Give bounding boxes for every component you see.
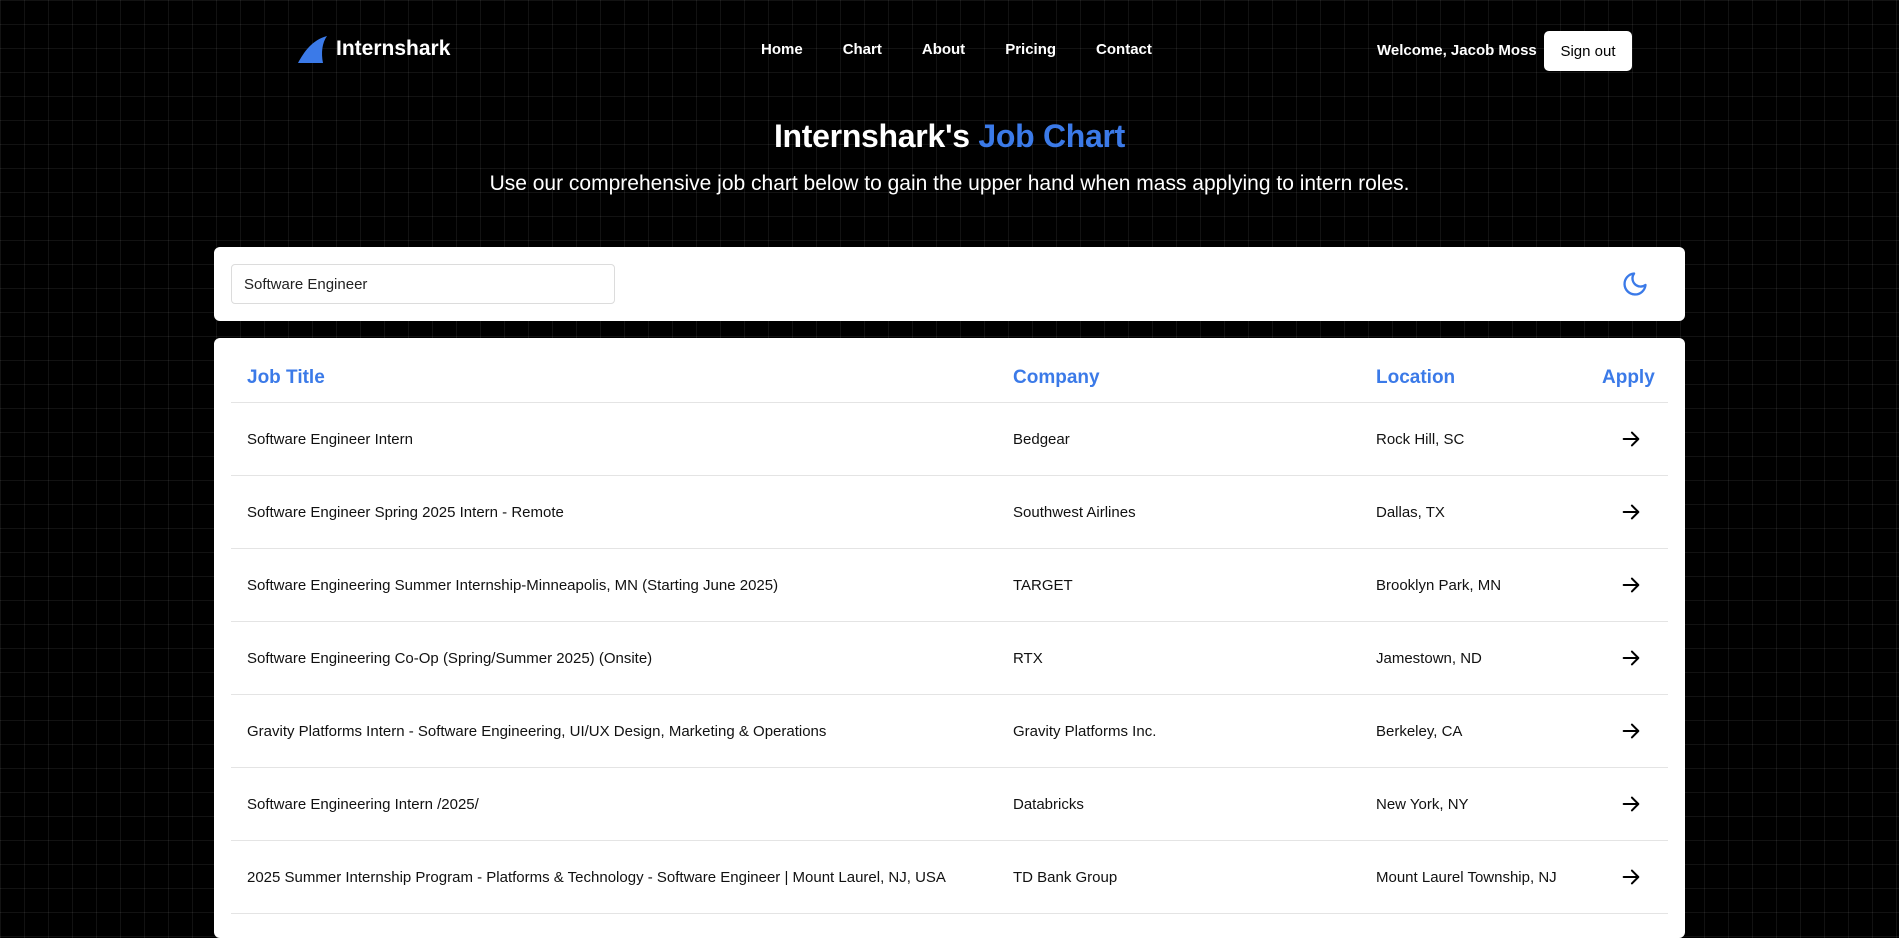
company-cell: Databricks xyxy=(1013,796,1084,813)
page-title: Internshark's Job Chart xyxy=(0,118,1899,155)
apply-arrow-icon[interactable] xyxy=(1620,866,1642,888)
apply-arrow-icon[interactable] xyxy=(1620,647,1642,669)
nav-link-about[interactable]: About xyxy=(922,41,965,58)
job-title-cell: Software Engineering Summer Internship-M… xyxy=(247,577,779,594)
location-cell: Jamestown, ND xyxy=(1376,650,1482,667)
table-row: Gravity Platforms Intern - Software Engi… xyxy=(231,695,1668,768)
location-cell: Dallas, TX xyxy=(1376,504,1445,521)
table-row: Software Engineer Spring 2025 Intern - R… xyxy=(231,476,1668,549)
table-row: Software Engineering Intern /2025/ Datab… xyxy=(231,768,1668,841)
table-row: Software Engineering Summer Internship-M… xyxy=(231,549,1668,622)
theme-toggle-button[interactable] xyxy=(1619,268,1651,300)
table-row: Software Engineer Intern Bedgear Rock Hi… xyxy=(231,403,1668,476)
page-title-main: Internshark's xyxy=(773,118,970,154)
brand-name: Internshark xyxy=(336,37,451,60)
location-cell: New York, NY xyxy=(1376,796,1469,813)
company-cell: Southwest Airlines xyxy=(1013,504,1136,521)
location-cell: Rock Hill, SC xyxy=(1376,431,1465,448)
search-input[interactable] xyxy=(231,264,615,304)
apply-arrow-icon[interactable] xyxy=(1620,501,1642,523)
location-cell: Mount Laurel Township, NJ xyxy=(1376,869,1557,886)
apply-arrow-icon[interactable] xyxy=(1620,574,1642,596)
company-cell: TD Bank Group xyxy=(1013,869,1118,886)
page-title-accent: Job Chart xyxy=(978,118,1126,154)
company-cell: Gravity Platforms Inc. xyxy=(1013,723,1157,740)
location-cell: Berkeley, CA xyxy=(1376,723,1463,740)
header-company: Company xyxy=(1013,367,1100,388)
sign-out-button[interactable]: Sign out xyxy=(1544,31,1632,71)
table-row: 2025 Summer Internship Program - Platfor… xyxy=(231,841,1668,914)
brand-logo-link[interactable]: Internshark xyxy=(296,34,450,64)
table-row: Software Engineering Co-Op (Spring/Summe… xyxy=(231,622,1668,695)
job-title-cell: Software Engineer Spring 2025 Intern - R… xyxy=(247,504,564,521)
moon-icon xyxy=(1623,272,1647,296)
search-card xyxy=(214,247,1685,321)
job-title-cell: Software Engineering Co-Op (Spring/Summe… xyxy=(247,650,653,667)
shark-fin-icon xyxy=(298,36,327,63)
welcome-text: Welcome, Jacob Moss xyxy=(1377,42,1537,59)
header-job-title: Job Title xyxy=(247,367,325,388)
company-cell: RTX xyxy=(1013,650,1043,667)
company-cell: Bedgear xyxy=(1013,431,1070,448)
location-cell: Brooklyn Park, MN xyxy=(1376,577,1502,594)
nav-link-pricing[interactable]: Pricing xyxy=(1005,41,1056,58)
header-location: Location xyxy=(1376,367,1456,388)
job-table: Job Title Company Location Apply Softwar… xyxy=(214,338,1685,938)
table-header: Job Title Company Location Apply xyxy=(231,338,1668,403)
nav-link-chart[interactable]: Chart xyxy=(843,41,882,58)
job-title-cell: Software Engineer Intern xyxy=(247,431,413,448)
nav-link-home[interactable]: Home xyxy=(761,41,803,58)
nav-link-contact[interactable]: Contact xyxy=(1096,41,1152,58)
job-title-cell: 2025 Summer Internship Program - Platfor… xyxy=(247,869,946,886)
apply-arrow-icon[interactable] xyxy=(1620,428,1642,450)
header-apply: Apply xyxy=(1602,367,1655,388)
job-title-cell: Software Engineering Intern /2025/ xyxy=(247,796,479,813)
nav-links: Home Chart About Pricing Contact xyxy=(761,41,1192,58)
apply-arrow-icon[interactable] xyxy=(1620,720,1642,742)
job-title-cell: Gravity Platforms Intern - Software Engi… xyxy=(247,723,827,740)
apply-arrow-icon[interactable] xyxy=(1620,793,1642,815)
company-cell: TARGET xyxy=(1013,577,1073,594)
page-subtitle: Use our comprehensive job chart below to… xyxy=(489,172,1410,195)
top-nav: Internshark Home Chart About Pricing Con… xyxy=(0,0,1899,100)
